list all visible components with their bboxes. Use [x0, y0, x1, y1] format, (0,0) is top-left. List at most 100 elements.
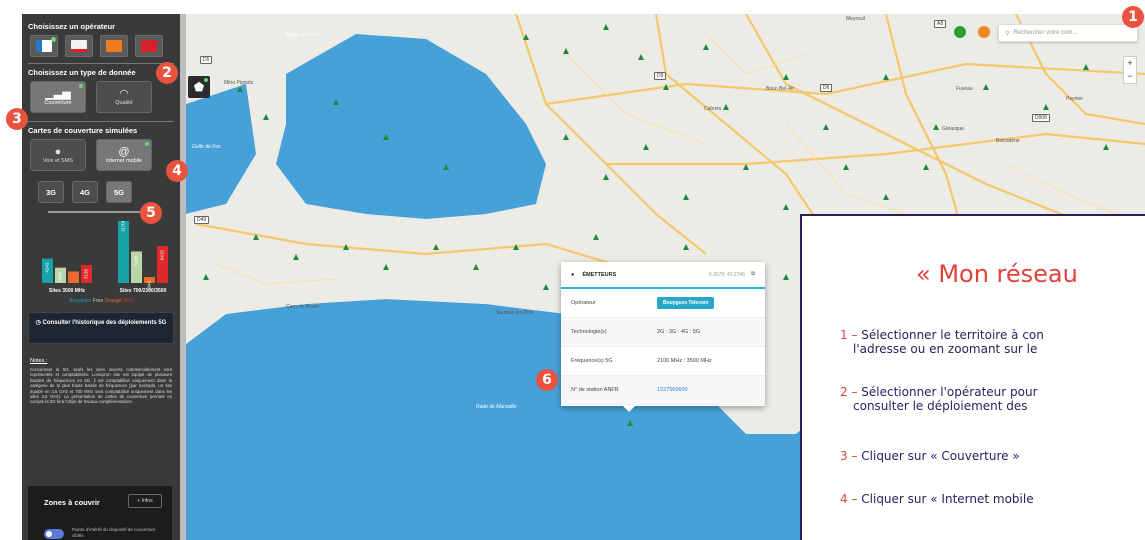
coverage-label: Couverture: [44, 100, 72, 106]
instructions-panel: « Mon réseau 1 – Sélectionner le territo…: [800, 214, 1145, 540]
instruction-2: 2 – Sélectionner l'opérateur pour: [840, 385, 1038, 399]
popup-coords: 5.3079, 43.2746: [708, 271, 746, 278]
tech-5g-button[interactable]: 5G: [106, 181, 132, 203]
voice-label: Voix et SMS: [43, 158, 73, 164]
popup-value: 2100 MHz : 3500 MHz: [657, 358, 712, 364]
operator-title: Choisissez un opérateur: [28, 22, 116, 31]
popup-key: Technologie(s): [571, 329, 607, 335]
instruction-2-cont: consulter le déploiement des: [853, 399, 1028, 413]
panel-title: « Mon réseau: [916, 260, 1078, 288]
sea-label-fos: Golfe de Fos: [192, 144, 221, 150]
tech-3g-button[interactable]: 3G: [38, 181, 64, 203]
search-input[interactable]: ⚲ Rechercher votre com...: [998, 24, 1138, 42]
zoom-control: + −: [1123, 56, 1137, 84]
sfr-logo-icon: [141, 40, 157, 52]
zones-title: Zones à couvrir: [44, 498, 100, 507]
popup-key: N° de station ANFR: [571, 387, 619, 393]
popup-value: 2G : 3G : 4G : 5G: [657, 329, 701, 335]
operator-row: [22, 31, 180, 59]
tech-slider[interactable]: [48, 211, 154, 213]
france-map-icon: ⬟: [193, 80, 205, 94]
quality-button[interactable]: ◠ Qualité: [96, 81, 152, 113]
operator-badge: Bouygues Telecom: [657, 297, 715, 309]
data-type-row: ▁▃▅ Couverture ◠ Qualité: [22, 77, 180, 117]
bullet-icon: ●: [571, 271, 575, 278]
transmitter-popup: ● ÉMETTEURS 5.3079, 43.2746 ⧉ Opérateur …: [561, 262, 765, 412]
instruction-1: 1 – Sélectionner le territoire à con: [840, 328, 1044, 342]
category-label: Sites 700/2100/3500: [120, 288, 167, 294]
bar-value-label: 2668: [58, 271, 63, 282]
popup-key: Opérateur: [571, 300, 596, 306]
station-link[interactable]: 1327560600: [657, 387, 688, 393]
zones-info-button[interactable]: + Infos: [128, 494, 162, 508]
step-badge-2: 2: [156, 62, 178, 84]
road-d49: D49: [194, 216, 210, 224]
road-d6: D6: [820, 84, 833, 92]
screen: Choisissez un opérateur Choisissez un ty…: [0, 0, 1145, 540]
popup-row-station: N° de station ANFR 1327560600: [561, 376, 765, 405]
map-label-greasque: Gréasque: [942, 126, 964, 132]
step-badge-3: 3: [6, 108, 28, 130]
popup-row-operator: Opérateur Bouygues Telecom: [561, 289, 765, 318]
sidebar: Choisissez un opérateur Choisissez un ty…: [22, 14, 180, 540]
category-label: Sites 3500 MHz: [49, 288, 86, 294]
instruction-1-cont: l'adresse ou en zoomant sur le: [853, 342, 1038, 356]
voice-sms-button[interactable]: ● Voix et SMS: [30, 139, 86, 171]
notes-body: Concernant la 5G, seuls les sites ouvert…: [30, 367, 172, 405]
map-label-sausset: Sausset-les-Pins: [496, 310, 534, 316]
popup-title: ÉMETTEURS: [582, 271, 617, 278]
location-icon[interactable]: [954, 26, 966, 38]
simulated-title: Cartes de couverture simulées: [28, 126, 138, 135]
sites-bar-chart: 42432668 3136Sites 3500 MHz11708548610446…: [42, 221, 168, 294]
popup-key: Fréquence(s) 5G: [571, 358, 613, 364]
legend-free: Free: [92, 298, 104, 304]
zoom-in-button[interactable]: +: [1124, 57, 1136, 70]
bar-value-label: 4243: [45, 262, 50, 273]
map-label-cabries: Cabriès: [704, 106, 722, 112]
operator-orange-button[interactable]: [100, 35, 128, 57]
service-row: ● Voix et SMS @ Internet mobile: [22, 135, 180, 175]
operator-bouygues-button[interactable]: [30, 35, 58, 57]
legend-orange: Orange: [104, 298, 122, 304]
sea-label-rade: Rade de Marseille: [476, 404, 517, 410]
map-label-belcodene: Belcodène: [996, 138, 1020, 144]
map-label-carry: Carry-le-Rouet: [286, 304, 319, 310]
bouygues-logo-icon: [36, 40, 52, 52]
layers-icon[interactable]: [978, 26, 990, 38]
notes-title: Notes :: [30, 358, 48, 364]
bar-value-label: 11708: [121, 221, 126, 232]
zones-panel: Zones à couvrir + Infos Points d'intérêt…: [28, 486, 172, 540]
orange-logo-icon: [106, 40, 122, 52]
road-d5: D5: [200, 56, 213, 64]
bar-value-label: 5486: [134, 255, 139, 266]
free-logo-icon: [71, 40, 87, 52]
zoom-out-button[interactable]: −: [1124, 70, 1136, 83]
legend-sfr: SFR: [122, 298, 133, 304]
map-label-peynier: Peynier: [1066, 96, 1083, 102]
zones-toggle[interactable]: [44, 529, 64, 539]
coverage-button[interactable]: ▁▃▅ Couverture: [30, 81, 86, 113]
road-d9: D9: [654, 72, 667, 80]
zones-toggle-label: Points d'intérêt du dispositif de couver…: [72, 527, 156, 538]
copy-icon[interactable]: ⧉: [751, 271, 755, 278]
step-badge-4: 4: [166, 160, 188, 182]
bar-value-label: 3136: [84, 268, 89, 279]
france-territory-button[interactable]: ⬟: [188, 76, 210, 98]
history-5g-button[interactable]: ◷ Consulter l'historique des déploiement…: [28, 312, 174, 344]
quality-label: Qualité: [115, 100, 133, 106]
internet-label: Internet mobile: [105, 158, 143, 164]
instruction-4: 4 – Cliquer sur « Internet mobile: [840, 492, 1034, 506]
operator-free-button[interactable]: [65, 35, 93, 57]
operator-sfr-button[interactable]: [135, 35, 163, 57]
bar-orange-0: [68, 271, 79, 283]
legend-bouygues: Bouygues: [69, 298, 92, 304]
history-icon: ◷: [35, 320, 43, 326]
search-placeholder: Rechercher votre com...: [1013, 30, 1078, 36]
instruction-3: 3 – Cliquer sur « Couverture »: [840, 449, 1020, 463]
internet-mobile-button[interactable]: @ Internet mobile: [96, 139, 152, 171]
tech-4g-button[interactable]: 4G: [72, 181, 98, 203]
sea-label-berre: Étang de Berre: [286, 32, 320, 38]
popup-header: ● ÉMETTEURS 5.3079, 43.2746 ⧉: [561, 262, 765, 289]
popup-row-tech: Technologie(s) 2G : 3G : 4G : 5G: [561, 318, 765, 347]
map-label-mitro: Mitro Pignots: [224, 80, 254, 86]
